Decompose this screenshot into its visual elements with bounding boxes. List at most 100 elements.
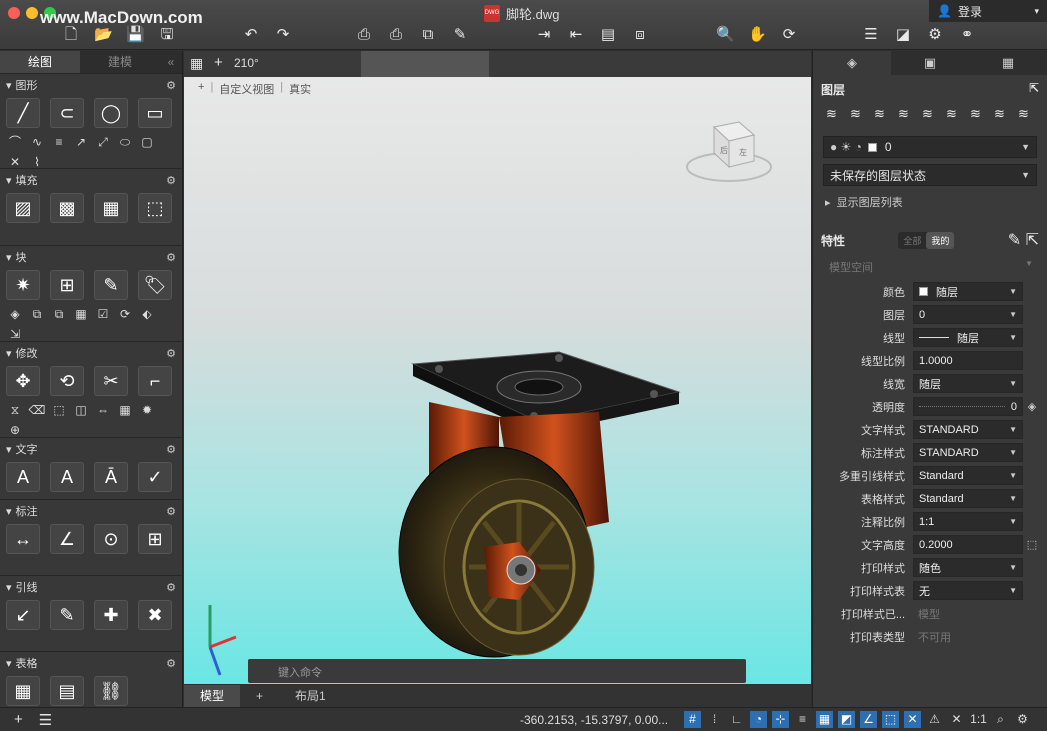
dimension-style-icon[interactable]: ⊞: [138, 524, 172, 554]
section-toggle-icon[interactable]: ▾: [6, 581, 12, 594]
offset-icon[interactable]: ◫: [72, 402, 90, 418]
explode-icon[interactable]: ✹: [138, 402, 156, 418]
properties-icon[interactable]: ☰: [862, 26, 880, 44]
block-attribute-icon[interactable]: 🏷: [138, 270, 172, 300]
settings-gear-icon[interactable]: ⚙: [1014, 711, 1031, 728]
mirror-icon[interactable]: ⧖: [6, 402, 24, 418]
collapse-palette-button[interactable]: «: [160, 51, 182, 73]
viewport-menu[interactable]: +: [198, 81, 204, 97]
minimize-window-button[interactable]: [26, 7, 38, 19]
layer-match-icon[interactable]: ≋: [943, 106, 960, 122]
tab-model[interactable]: 模型: [184, 685, 241, 707]
gear-icon[interactable]: ⚙: [166, 505, 176, 518]
link-data-icon[interactable]: ⛓: [94, 676, 128, 706]
tab-table-icon[interactable]: ▦: [969, 51, 1047, 75]
sync-attribute-icon[interactable]: ⟳: [116, 306, 134, 322]
multiline-tool-icon[interactable]: ≡: [50, 134, 68, 150]
annotation-visibility-icon[interactable]: ✕: [904, 711, 921, 728]
section-toggle-icon[interactable]: ▾: [6, 174, 12, 187]
tag-icon[interactable]: ◈: [6, 306, 24, 322]
redo-icon[interactable]: ↷: [274, 26, 292, 44]
table-style-select[interactable]: Standard ▼: [913, 489, 1023, 508]
view-name[interactable]: 自定义视图: [219, 81, 274, 97]
detach-icon[interactable]: ⇱: [1029, 81, 1039, 98]
batch-print-icon[interactable]: ⎙: [387, 26, 405, 44]
fill-icon[interactable]: ▦: [94, 193, 128, 223]
filter-all[interactable]: 全部: [898, 232, 926, 249]
print-icon[interactable]: ⎙: [355, 26, 373, 44]
annotation-scale-select[interactable]: 1:1 ▼: [913, 512, 1023, 531]
stretch-icon[interactable]: ⇔: [94, 402, 112, 418]
extract-icon[interactable]: ⇲: [6, 326, 24, 342]
linear-dimension-icon[interactable]: ↔: [6, 524, 40, 554]
fillet-icon[interactable]: ⌐: [138, 366, 172, 396]
transparency-toggle-icon[interactable]: ▦: [816, 711, 833, 728]
selection-cycle-icon[interactable]: ◩: [838, 711, 855, 728]
publish-icon[interactable]: ✎: [451, 26, 469, 44]
dim-style-select[interactable]: STANDARD ▼: [913, 443, 1023, 462]
layer-state-select[interactable]: 未保存的图层状态 ▼: [823, 164, 1037, 186]
layer-properties-icon[interactable]: ◪: [894, 26, 912, 44]
edit-block-icon[interactable]: ✎: [94, 270, 128, 300]
section-toggle-icon[interactable]: ▾: [6, 443, 12, 456]
table-attribute-icon[interactable]: ▦: [72, 306, 90, 322]
spell-check-icon[interactable]: ✓: [138, 462, 172, 492]
sheet-set-icon[interactable]: ⧈: [631, 26, 649, 44]
gear-icon[interactable]: ⚙: [166, 657, 176, 670]
new-file-icon[interactable]: 🗋: [62, 26, 80, 44]
mleader-style-select[interactable]: Standard ▼: [913, 466, 1023, 485]
gear-icon[interactable]: ⚙: [166, 347, 176, 360]
gear-icon[interactable]: ⚙: [166, 79, 176, 92]
wblock-icon[interactable]: ⧉: [50, 306, 68, 322]
line-tool-icon[interactable]: ╱: [6, 98, 40, 128]
array-icon[interactable]: ▦: [116, 402, 134, 418]
command-input[interactable]: 键入命令: [278, 667, 322, 679]
leader-icon[interactable]: ↙: [6, 600, 40, 630]
open-file-icon[interactable]: 📂: [94, 26, 113, 44]
list-icon[interactable]: ☰: [39, 711, 52, 729]
multiline-text-icon[interactable]: A: [6, 462, 40, 492]
auto-scale-icon[interactable]: ⚠: [926, 711, 943, 728]
visual-style[interactable]: 真实: [289, 81, 311, 97]
gradient-icon[interactable]: ▩: [50, 193, 84, 223]
color-select[interactable]: 随层 ▼: [913, 282, 1023, 301]
layer-lock-icon[interactable]: ≋: [871, 106, 888, 122]
section-toggle-icon[interactable]: ▾: [6, 79, 12, 92]
gear-icon[interactable]: ⚙: [166, 251, 176, 264]
tab-layout1[interactable]: 布局1: [279, 685, 342, 707]
ellipse-tool-icon[interactable]: ⬭: [116, 134, 134, 150]
add-layout-button[interactable]: +: [240, 685, 279, 707]
orbit-icon[interactable]: ⟳: [780, 26, 798, 44]
edit-properties-icon[interactable]: ✎ ⇱: [1008, 230, 1039, 250]
create-block-icon[interactable]: ✷: [6, 270, 40, 300]
radius-dimension-icon[interactable]: ⊙: [94, 524, 128, 554]
erase-icon[interactable]: ⌫: [28, 402, 46, 418]
layer-delete-icon[interactable]: ≋: [1015, 106, 1032, 122]
add-view-icon[interactable]: +: [214, 54, 223, 71]
table-icon[interactable]: ▦: [6, 676, 40, 706]
arc-tool-icon[interactable]: ⌒: [6, 134, 24, 150]
layer-off-icon[interactable]: ≋: [895, 106, 912, 122]
dynamic-ucs-icon[interactable]: ⬚: [882, 711, 899, 728]
linetype-scale-input[interactable]: 1.0000: [913, 351, 1023, 370]
caster-wheel-model[interactable]: [369, 342, 689, 662]
angular-dimension-icon[interactable]: ∠: [50, 524, 84, 554]
current-layer-select[interactable]: ● ☀ ◔ 0 ▼: [823, 136, 1037, 158]
block-palette-icon[interactable]: ⧉: [28, 306, 46, 322]
layer-freeze-icon[interactable]: ≋: [847, 106, 864, 122]
copy-rotate-icon[interactable]: ⟲: [50, 366, 84, 396]
insert-block-icon[interactable]: ⊞: [50, 270, 84, 300]
manage-attribute-icon[interactable]: ⬖: [138, 306, 156, 322]
ortho-toggle-icon[interactable]: ∟: [728, 711, 745, 728]
command-line[interactable]: 键入命令: [248, 659, 746, 683]
tab-blocks-icon[interactable]: ▣: [891, 51, 969, 75]
filter-mine[interactable]: 我的: [926, 231, 955, 249]
remove-leader-icon[interactable]: ✖: [138, 600, 172, 630]
new-layer-icon[interactable]: ≋: [823, 106, 840, 122]
lineweight-select[interactable]: 随层 ▼: [913, 374, 1023, 393]
text-style-select[interactable]: STANDARD ▼: [913, 420, 1023, 439]
plot-style-table-select[interactable]: 无 ▼: [913, 581, 1023, 600]
join-icon[interactable]: ⊕: [6, 422, 24, 438]
trim-icon[interactable]: ✂: [94, 366, 128, 396]
layer-merge-icon[interactable]: ≋: [991, 106, 1008, 122]
